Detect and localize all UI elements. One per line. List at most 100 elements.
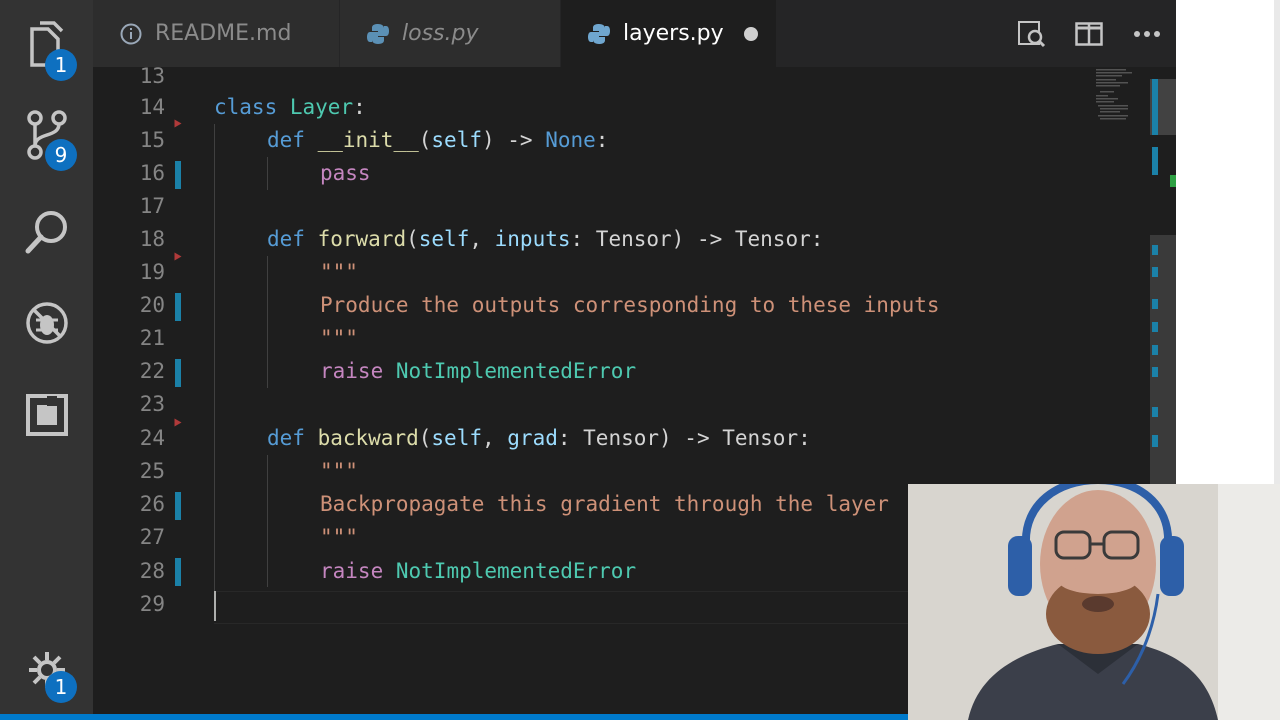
punctuation: , — [469, 227, 495, 251]
function-name: forward — [317, 227, 407, 251]
line-number: 14 — [139, 95, 165, 119]
param: inputs — [494, 227, 571, 251]
class-name: Layer — [289, 95, 354, 119]
type-annotation: Tensor — [595, 227, 672, 251]
code-line: 17 — [93, 190, 1176, 223]
line-number: 25 — [139, 459, 165, 483]
keyword: raise — [320, 559, 384, 583]
search-button[interactable] — [0, 192, 93, 272]
debug-icon — [24, 300, 70, 346]
minimap[interactable] — [1092, 67, 1176, 487]
settings-badge: 1 — [45, 671, 77, 703]
line-number: 24 — [139, 426, 165, 450]
docstring-text: Produce the outputs corresponding to the… — [320, 293, 940, 317]
line-number: 29 — [139, 592, 165, 616]
line-number: 26 — [139, 492, 165, 516]
tab-readme[interactable]: README.md — [93, 0, 339, 67]
code-line: 24 def backward(self, grad: Tensor) -> T… — [93, 422, 1176, 455]
code-line: 16 pass — [93, 157, 1176, 190]
code-text: def forward(self, inputs: Tensor) -> Ten… — [267, 223, 823, 256]
exception-name: NotImplementedError — [395, 559, 637, 583]
activity-bar: 1 9 1 — [0, 0, 93, 720]
open-preview-icon[interactable] — [1002, 0, 1060, 67]
info-icon — [119, 22, 143, 46]
explorer-button[interactable]: 1 — [0, 5, 93, 85]
tab-bar: README.md loss.py layers.py — [93, 0, 1176, 67]
tab-actions — [1002, 0, 1176, 67]
keyword: def — [267, 227, 305, 251]
code-text: class Layer: — [214, 91, 366, 124]
search-icon — [24, 209, 70, 255]
punctuation: ( — [418, 426, 432, 450]
exception-name: NotImplementedError — [395, 359, 637, 383]
tab-layers[interactable]: layers.py — [561, 0, 776, 67]
line-number: 15 — [139, 128, 165, 152]
extensions-icon — [25, 393, 69, 437]
keyword: def — [267, 128, 305, 152]
manage-button[interactable]: 1 — [0, 630, 93, 710]
return-type: Tensor — [734, 227, 811, 251]
param-self: self — [431, 426, 482, 450]
line-number: 13 — [139, 67, 165, 88]
line-number: 19 — [139, 260, 165, 284]
return-type: None — [545, 128, 596, 152]
python-icon — [366, 22, 390, 46]
punctuation: : — [557, 426, 584, 450]
source-control-badge: 9 — [45, 139, 77, 171]
tab-label: loss.py — [402, 21, 479, 46]
explorer-badge: 1 — [45, 49, 77, 81]
line-number: 18 — [139, 227, 165, 251]
line-number: 17 — [139, 194, 165, 218]
tab-label: README.md — [155, 21, 292, 46]
code-line: 13 — [93, 67, 1176, 93]
code-line: 19 """ — [93, 256, 1176, 289]
python-icon — [587, 22, 611, 46]
split-editor-icon[interactable] — [1060, 0, 1118, 67]
docstring-quote: """ — [320, 260, 358, 284]
punctuation: : — [353, 95, 366, 119]
keyword: class — [214, 95, 278, 119]
code-text: raise NotImplementedError — [320, 555, 636, 588]
docstring-quote: """ — [320, 525, 358, 549]
more-actions-icon[interactable] — [1118, 0, 1176, 67]
status-bar — [0, 714, 908, 720]
punctuation: : — [810, 227, 824, 251]
code-line: 22 raise NotImplementedError — [93, 355, 1176, 388]
tab-label: layers.py — [623, 21, 724, 46]
docstring-quote: """ — [320, 326, 358, 350]
punctuation: ) -> — [481, 128, 546, 152]
punctuation: ) -> — [659, 426, 723, 450]
code-line: 18 def forward(self, inputs: Tensor) -> … — [93, 223, 1176, 256]
function-name: backward — [317, 426, 419, 450]
line-number: 16 — [139, 161, 165, 185]
param-self: self — [418, 227, 470, 251]
docstring-quote: """ — [320, 459, 358, 483]
punctuation: : — [595, 128, 609, 152]
background-window — [1176, 0, 1280, 484]
line-number: 28 — [139, 559, 165, 583]
line-number: 21 — [139, 326, 165, 350]
function-name: __init__ — [317, 128, 419, 152]
line-number: 23 — [139, 392, 165, 416]
keyword: def — [267, 426, 305, 450]
code-line: 21 """ — [93, 322, 1176, 355]
text-caret — [214, 591, 216, 621]
punctuation: : — [570, 227, 596, 251]
tab-loss[interactable]: loss.py — [340, 0, 560, 67]
unsaved-dot-icon[interactable] — [744, 27, 758, 41]
punctuation: ( — [418, 128, 432, 152]
code-line: 23 — [93, 388, 1176, 421]
line-number: 20 — [139, 293, 165, 317]
webcam-overlay — [908, 484, 1280, 720]
debug-button[interactable] — [0, 283, 93, 363]
param-self: self — [431, 128, 482, 152]
param: grad — [507, 426, 558, 450]
line-number: 22 — [139, 359, 165, 383]
code-text: def __init__(self) -> None: — [267, 124, 608, 157]
code-line: 20 Produce the outputs corresponding to … — [93, 289, 1176, 322]
punctuation: ) -> — [671, 227, 735, 251]
source-control-button[interactable]: 9 — [0, 95, 93, 175]
extensions-button[interactable] — [0, 375, 93, 455]
